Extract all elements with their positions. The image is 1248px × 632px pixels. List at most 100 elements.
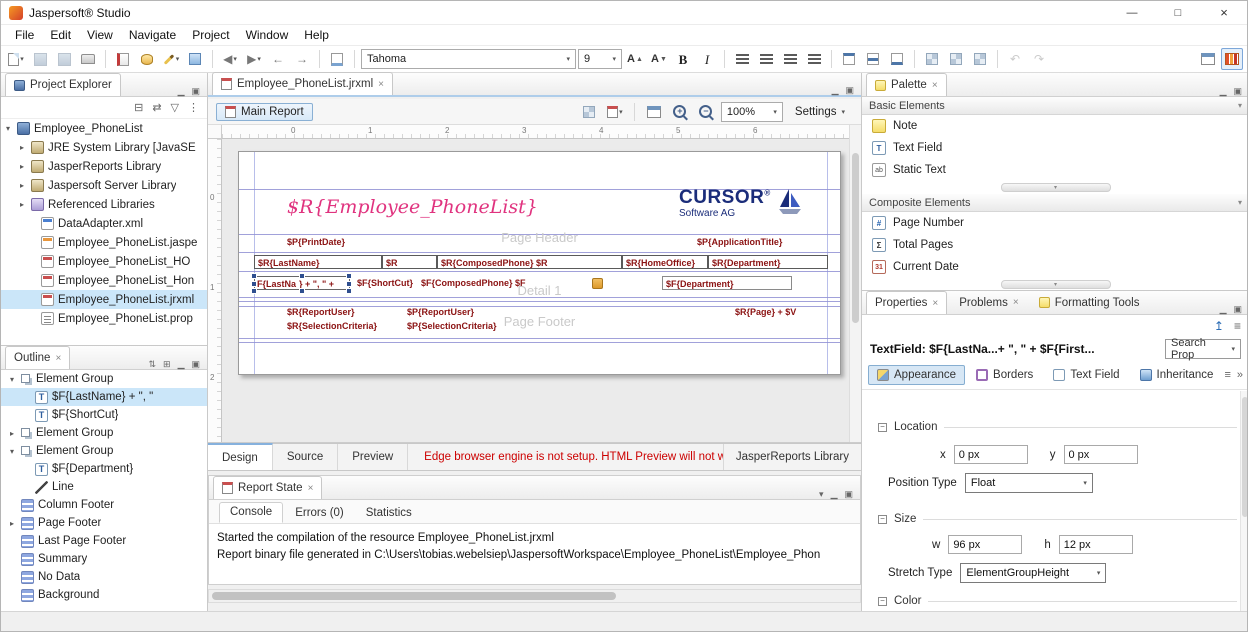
library-status-label[interactable]: JasperReports Library (723, 444, 861, 470)
align-left-button[interactable] (731, 48, 753, 70)
dataset-view-button[interactable] (578, 101, 600, 123)
cursor-logo[interactable]: CURSOR® Software AG (679, 188, 802, 219)
minimize-icon[interactable]: — (1109, 1, 1155, 24)
outline-column-footer[interactable]: Column Footer (1, 496, 207, 514)
minimize-view-icon[interactable]: ▁ (178, 360, 185, 369)
undo-button[interactable]: ↶ (1004, 48, 1026, 70)
position-type-select[interactable]: Float ▾ (965, 473, 1093, 493)
column-header-cell[interactable]: $R{LastName} (254, 255, 382, 269)
section-location[interactable]: − Location (878, 421, 1237, 433)
grid-toggle-button[interactable] (643, 101, 665, 123)
link-editor-icon[interactable]: ⇄ (152, 101, 161, 114)
maximize-view-icon[interactable]: ▣ (844, 490, 853, 499)
close-icon[interactable]: × (932, 298, 938, 309)
view-menu-icon[interactable]: ⋮ (188, 101, 199, 114)
palette-item-note[interactable]: Note (862, 115, 1248, 137)
menu-window[interactable]: Window (238, 26, 297, 44)
design-canvas[interactable]: 0 1 2 3 4 5 6 0 1 2 (208, 125, 861, 443)
outline-shortcut-field[interactable]: T$F{ShortCut} (1, 406, 207, 424)
view-menu-icon[interactable]: ≡ (1234, 319, 1241, 333)
align-right-button[interactable] (779, 48, 801, 70)
y-input[interactable] (1064, 445, 1138, 464)
application-title-field[interactable]: $P{ApplicationTitle} (697, 237, 782, 247)
selection-handle[interactable] (251, 288, 257, 294)
tree-item-dataadapter[interactable]: DataAdapter.xml (1, 214, 207, 233)
outline-element-group-3[interactable]: ▾Element Group (1, 442, 207, 460)
outline-thumbnail-icon[interactable]: ⊞ (163, 360, 171, 369)
distribute-button[interactable] (969, 48, 991, 70)
selection-handle[interactable] (251, 281, 257, 287)
palette-item-current-date[interactable]: 31Current Date (862, 256, 1248, 278)
chevron-down-icon[interactable]: ▾ (7, 447, 17, 456)
editor-tab[interactable]: Employee_PhoneList.jrxml × (212, 72, 393, 95)
collapse-section-icon[interactable]: − (878, 423, 887, 432)
chevron-down-icon[interactable]: ▾ (7, 375, 17, 384)
outline-line[interactable]: Line (1, 478, 207, 496)
scrollbar-thumb[interactable] (852, 153, 859, 323)
decrease-font-button[interactable]: A▼ (648, 48, 670, 70)
save-button[interactable] (29, 48, 51, 70)
x-input[interactable] (954, 445, 1028, 464)
collapse-section-icon[interactable]: − (878, 597, 887, 606)
design-workarea[interactable]: $R{Employee_PhoneList} CURSOR® Software … (222, 139, 849, 442)
outline-mode-icon[interactable]: ⇅ (148, 360, 156, 369)
minimize-view-icon[interactable]: ▁ (1220, 305, 1227, 314)
column-header-cell[interactable]: $R{HomeOffice} (622, 255, 708, 269)
band-separator[interactable] (239, 338, 840, 339)
valign-middle-button[interactable] (862, 48, 884, 70)
tab-outline[interactable]: Outline × (5, 346, 70, 369)
outline-department-field[interactable]: T$F{Department} (1, 460, 207, 478)
section-color[interactable]: − Color (878, 595, 1237, 607)
outline-element-group-2[interactable]: ▸Element Group (1, 424, 207, 442)
canvas-vertical-scrollbar[interactable] (849, 125, 861, 442)
selection-criteria-label-field[interactable]: $R{SelectionCriteria} (287, 321, 377, 331)
tree-item-project[interactable]: ▾Employee_PhoneList (1, 119, 207, 138)
tab-design[interactable]: Design (208, 443, 273, 470)
collapse-section-icon[interactable]: − (878, 515, 887, 524)
maximize-editor-icon[interactable]: ▣ (845, 86, 854, 95)
tree-item-jrxml-selected[interactable]: Employee_PhoneList.jrxml (1, 290, 207, 309)
tab-problems[interactable]: Problems × (951, 291, 1026, 314)
palette-section-basic[interactable]: Basic Elements▾ (862, 97, 1248, 115)
zoom-in-button[interactable]: + (669, 101, 691, 123)
bold-button[interactable]: B (672, 48, 694, 70)
font-family-combo[interactable]: Tahoma▾ (361, 49, 576, 69)
h-input[interactable] (1059, 535, 1133, 554)
print-button[interactable] (77, 48, 99, 70)
subtab-statistics[interactable]: Statistics (356, 504, 422, 523)
chevron-right-icon[interactable]: ▸ (17, 162, 27, 171)
same-height-button[interactable] (945, 48, 967, 70)
palette-item-page-number[interactable]: #Page Number (862, 212, 1248, 234)
filter-icon[interactable]: ▽ (171, 101, 179, 114)
palette-item-static-text[interactable]: abStatic Text (862, 159, 1248, 181)
outline-summary[interactable]: Summary (1, 550, 207, 568)
redo-button[interactable]: ↷ (1028, 48, 1050, 70)
selection-criteria-value-field[interactable]: $P{SelectionCriteria} (407, 321, 497, 331)
subtab-text-field[interactable]: Text Field (1044, 365, 1128, 385)
view-menu-icon[interactable]: ▾ (819, 490, 824, 499)
tab-overflow-icon[interactable]: » (1237, 369, 1243, 381)
main-report-button[interactable]: Main Report (216, 103, 313, 121)
tree-item-jasperreports-library[interactable]: ▸JasperReports Library (1, 157, 207, 176)
wizard-button[interactable]: ▾ (160, 48, 182, 70)
tab-formatting-tools[interactable]: Formatting Tools (1031, 291, 1148, 314)
chevron-right-icon[interactable]: ▸ (7, 519, 17, 528)
back-button[interactable]: ◀▾ (219, 48, 241, 70)
report-user-label-field[interactable]: $R{ReportUser} (287, 307, 355, 317)
font-size-combo[interactable]: 9▾ (578, 49, 622, 69)
subtab-borders[interactable]: Borders (967, 365, 1042, 385)
selection-handle[interactable] (299, 273, 305, 279)
menu-view[interactable]: View (79, 26, 121, 44)
chevron-right-icon[interactable]: ▸ (7, 429, 17, 438)
chevron-right-icon[interactable]: ▸ (17, 143, 27, 152)
w-input[interactable] (948, 535, 1022, 554)
band-separator[interactable] (239, 271, 840, 272)
zoom-out-button[interactable]: − (695, 101, 717, 123)
report-user-value-field[interactable]: $P{ReportUser} (407, 307, 474, 317)
selection-handle[interactable] (346, 281, 352, 287)
collapse-all-icon[interactable]: ⊟ (134, 101, 143, 114)
minimize-view-icon[interactable]: ▁ (1220, 87, 1227, 96)
scrollbar-thumb[interactable] (212, 592, 616, 600)
subtab-appearance[interactable]: Appearance (868, 365, 965, 385)
close-icon[interactable]: × (55, 353, 61, 364)
